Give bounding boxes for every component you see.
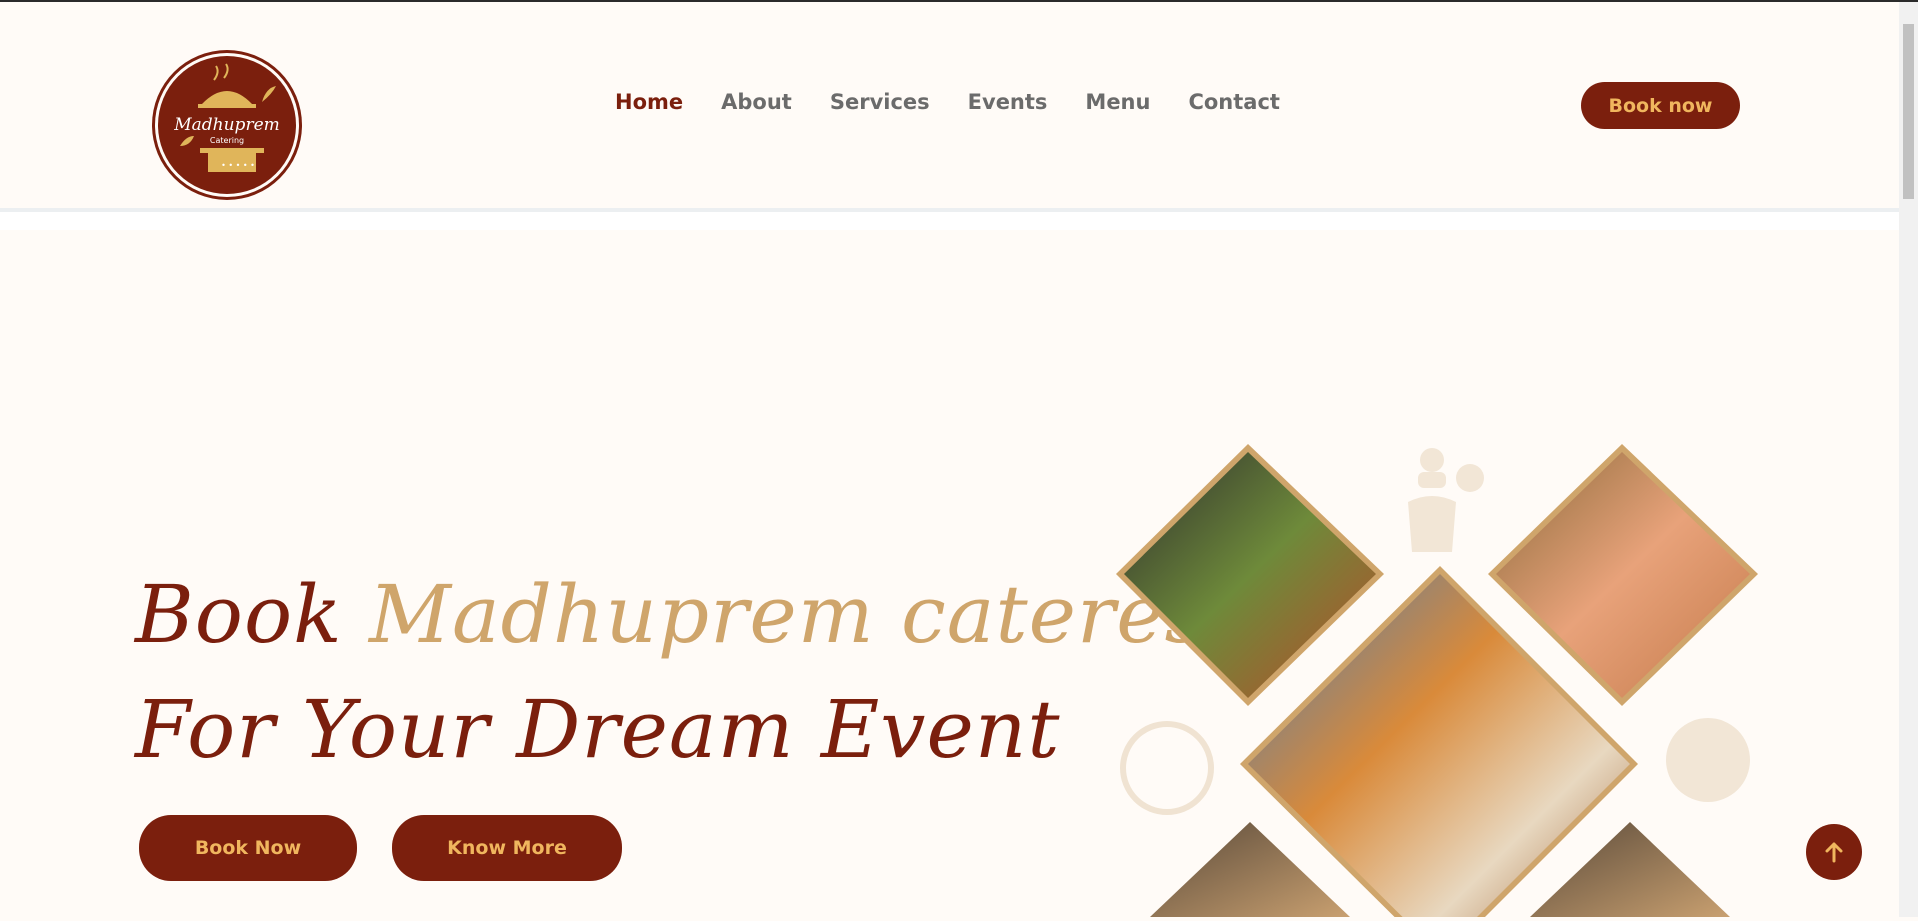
page-scrollbar[interactable] bbox=[1899, 2, 1918, 917]
nav-contact[interactable]: Contact bbox=[1188, 90, 1280, 114]
chef-icon bbox=[1408, 448, 1484, 552]
cookie-icon bbox=[1666, 718, 1750, 802]
hero-title-line2: For Your Dream Event bbox=[135, 683, 1061, 776]
scroll-to-top-button[interactable] bbox=[1806, 824, 1862, 880]
food-collage bbox=[1110, 442, 1770, 921]
hero-title-accent: Madhuprem cateres bbox=[369, 568, 1207, 661]
nav-events[interactable]: Events bbox=[968, 90, 1048, 114]
hero-top-band bbox=[0, 212, 1899, 230]
nav-about[interactable]: About bbox=[721, 90, 792, 114]
nav-menu[interactable]: Menu bbox=[1085, 90, 1150, 114]
svg-text:• • • • •: • • • • • bbox=[221, 161, 255, 170]
brand-tagline: Catering bbox=[210, 136, 244, 145]
hero-book-now-button[interactable]: Book Now bbox=[139, 815, 357, 881]
know-more-button[interactable]: Know More bbox=[392, 815, 622, 881]
main-nav: Home About Services Events Menu Contact bbox=[615, 90, 1280, 114]
brand-logo[interactable]: Madhuprem Catering • • • • • bbox=[158, 56, 296, 194]
nav-home[interactable]: Home bbox=[615, 90, 683, 114]
hero-title: Book Madhuprem cateres For Your Dream Ev… bbox=[135, 557, 1207, 787]
nav-services[interactable]: Services bbox=[830, 90, 930, 114]
pizza-icon bbox=[1120, 721, 1214, 815]
book-now-button[interactable]: Book now bbox=[1581, 82, 1740, 129]
brand-name: Madhuprem bbox=[173, 115, 280, 135]
site-header: Madhuprem Catering • • • • • Home About … bbox=[0, 2, 1899, 210]
scrollbar-thumb[interactable] bbox=[1903, 24, 1914, 199]
arrow-up-icon bbox=[1825, 842, 1843, 863]
hero-title-part1: Book bbox=[135, 568, 370, 661]
catering-pot-icon: Madhuprem Catering • • • • • bbox=[173, 63, 280, 172]
